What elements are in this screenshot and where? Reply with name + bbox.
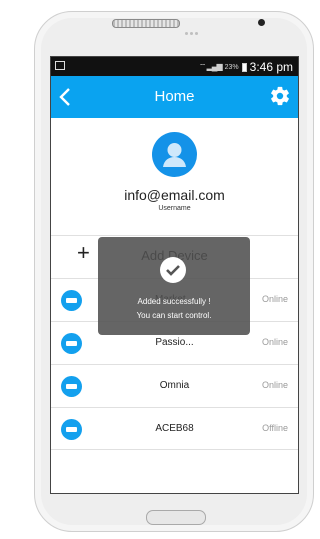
- clock: 3:46 pm: [249, 60, 293, 74]
- sensor-dots: [185, 22, 207, 35]
- battery-icon: [241, 62, 247, 72]
- user-icon: [163, 143, 186, 167]
- notification-icon: [55, 61, 65, 70]
- gear-icon[interactable]: [269, 85, 291, 107]
- speaker-grille: [112, 19, 180, 28]
- check-icon: [160, 257, 186, 283]
- device-status: Online: [261, 294, 288, 304]
- home-button[interactable]: [146, 510, 206, 525]
- device-name: Passio...: [155, 337, 194, 348]
- toast-submessage: You can start control.: [136, 311, 212, 320]
- device-status: Online: [261, 380, 288, 390]
- device-status: Offline: [262, 423, 288, 433]
- app-header: Home: [51, 76, 298, 118]
- phone-screen: ⌔ ▂▄▆ 23% 3:46 pm Home info@email.com Us…: [50, 56, 299, 494]
- front-camera: [258, 19, 265, 26]
- battery-percentage: 23%: [224, 63, 239, 71]
- avatar[interactable]: [152, 132, 197, 177]
- status-bar: ⌔ ▂▄▆ 23% 3:46 pm: [51, 57, 298, 76]
- status-right: ⌔ ▂▄▆ 23% 3:46 pm: [199, 60, 293, 74]
- user-email: info@email.com: [124, 187, 225, 203]
- device-row[interactable]: ACEB68 Offline: [51, 407, 298, 450]
- device-name: ACEB68: [155, 423, 194, 434]
- profile-section: info@email.com Username: [51, 118, 298, 231]
- wifi-signal-icon: ⌔ ▂▄▆: [198, 62, 223, 71]
- device-status: Online: [261, 337, 288, 347]
- device-row[interactable]: Omnia Online: [51, 364, 298, 407]
- page-title: Home: [154, 88, 195, 105]
- toast-message: Added successfully !: [137, 297, 211, 306]
- username-label: Username: [158, 205, 191, 212]
- device-name: Omnia: [159, 380, 190, 391]
- success-toast: Added successfully ! You can start contr…: [98, 237, 250, 335]
